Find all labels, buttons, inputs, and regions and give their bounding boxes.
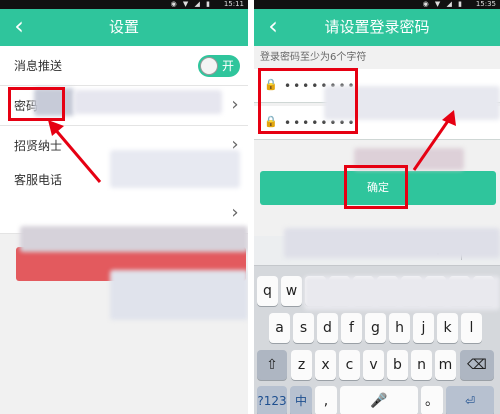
blur-patch [284,228,500,258]
password-hint: 登录密码至少为6个字符 [260,52,367,63]
push-toggle[interactable]: 开 [198,55,240,77]
toggle-label: 开 [221,59,234,73]
space-key[interactable]: 🎤 [340,386,418,414]
page-title: 设置 [108,18,139,36]
set-password-screen: ◉ ▼ ◢ ▮ 15:35 ‹ 请设置登录密码 登录密码至少为6个字符 🔒 ••… [254,0,500,414]
toggle-knob [200,57,218,75]
key-h[interactable]: h [389,313,410,343]
key-c[interactable]: c [339,350,360,380]
key-q[interactable]: q [257,276,278,306]
soft-keyboard: ⚙ ⌄ q w e r t y u i o p a s d f g h j k … [254,236,500,414]
key-m[interactable]: m [435,350,456,380]
blur-patch [110,150,240,188]
symbols-key[interactable]: ?123 [257,386,287,414]
key-z[interactable]: z [291,350,312,380]
comma-key[interactable]: , [315,386,337,414]
status-time: 15:35 [475,0,496,8]
key-v[interactable]: v [363,350,384,380]
key-d[interactable]: d [317,313,338,343]
settings-navbar: ‹ 设置 [0,9,248,46]
language-key[interactable]: 中 [290,386,312,414]
key-a[interactable]: a [269,313,290,343]
annotation-arrow-icon [412,110,456,171]
page-title: 请设置登录密码 [324,18,430,36]
annotation-arrow-icon [48,120,102,183]
key-f[interactable]: f [341,313,362,343]
microphone-icon: 🎤 [370,393,388,409]
highlight-box [344,165,408,209]
key-w[interactable]: w [281,276,302,306]
key-x[interactable]: x [315,350,336,380]
backspace-key[interactable]: ⌫ [460,350,494,380]
key-n[interactable]: n [411,350,432,380]
push-label: 消息推送 [14,59,63,73]
status-icons: ◉ ▼ ◢ ▮ [422,0,464,8]
status-icons: ◉ ▼ ◢ ▮ [170,0,212,8]
status-time: 15:11 [223,0,244,8]
highlight-box [258,68,358,134]
chevron-right-icon: › [231,202,239,223]
settings-row-push: 消息推送 开 [0,46,248,86]
password-navbar: ‹ 请设置登录密码 [254,9,500,46]
key-s[interactable]: s [293,313,314,343]
enter-key[interactable]: ⏎ [446,386,494,414]
settings-screen: ◉ ▼ ◢ ▮ 15:11 ‹ 设置 消息推送 开 密码 › 招贤纳士 › 客服… [0,0,248,414]
key-g[interactable]: g [365,313,386,343]
key-k[interactable]: k [437,313,458,343]
blur-patch [110,270,248,320]
blur-patch [20,226,248,252]
period-key[interactable]: 。 [421,386,443,414]
status-bar: ◉ ▼ ◢ ▮ 15:11 [0,0,248,9]
chevron-right-icon: › [231,94,239,115]
status-bar: ◉ ▼ ◢ ▮ 15:35 [254,0,500,9]
blur-patch [304,276,500,310]
key-b[interactable]: b [387,350,408,380]
shift-key[interactable]: ⇧ [257,350,287,380]
key-j[interactable]: j [413,313,434,343]
key-l[interactable]: l [461,313,482,343]
